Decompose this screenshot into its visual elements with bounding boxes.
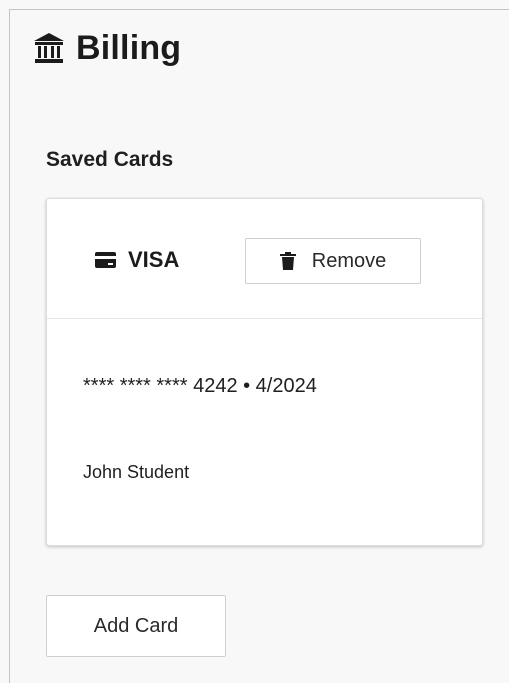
card-holder-name: John Student: [83, 462, 190, 482]
add-card-button[interactable]: Add Card: [46, 595, 226, 657]
remove-card-label: Remove: [311, 249, 387, 272]
page-title: Billing: [76, 28, 182, 67]
card-brand-label: VISA: [128, 247, 180, 272]
saved-card: VISA Remove **** **** **** 4242 • 4/2024…: [46, 198, 483, 546]
remove-card-button[interactable]: Remove: [245, 238, 421, 284]
saved-card-header: VISA Remove: [47, 199, 482, 319]
card-brand: VISA: [95, 244, 179, 276]
card-number: **** **** **** 4242 • 4/2024: [83, 375, 317, 397]
bank-icon: [32, 31, 66, 65]
credit-card-icon: [95, 252, 116, 268]
page-header: Billing: [32, 26, 181, 70]
section-title-saved-cards: Saved Cards: [46, 148, 174, 171]
trash-icon: [279, 252, 296, 270]
